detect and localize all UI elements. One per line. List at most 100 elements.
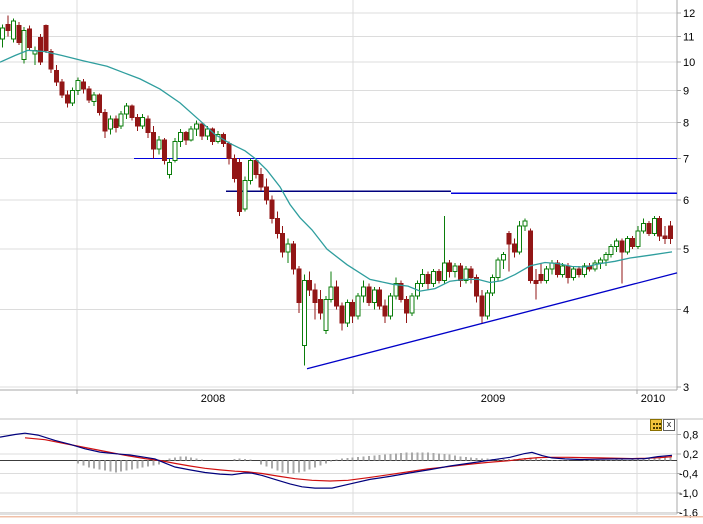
candle-body xyxy=(565,265,571,279)
macd-histogram-bar xyxy=(281,460,284,473)
macd-histogram-bar xyxy=(594,459,597,461)
candle-body xyxy=(258,173,264,188)
candle-body xyxy=(344,302,350,324)
candle-body xyxy=(452,265,458,273)
candle-body xyxy=(657,218,663,237)
macd-histogram-bar xyxy=(93,460,96,469)
macd-histogram-bar xyxy=(174,457,177,461)
candle-body xyxy=(431,271,436,285)
candle-body xyxy=(630,238,636,248)
candle-body xyxy=(247,159,253,181)
macd-histogram-bar xyxy=(416,452,419,461)
candle-body xyxy=(614,240,620,248)
macd-histogram-bar xyxy=(98,460,101,470)
properties-icon xyxy=(653,423,655,425)
macd-axis-label: 0,8 xyxy=(683,430,698,442)
macd-histogram-bar xyxy=(200,459,203,461)
macd-histogram-bar xyxy=(152,460,155,466)
price-axis-label: 3 xyxy=(683,382,689,394)
macd-histogram-bar xyxy=(604,459,607,461)
macd-histogram-bar xyxy=(82,460,85,466)
candle-body xyxy=(124,105,130,115)
macd-histogram-bar xyxy=(125,460,128,471)
macd-histogram-bar xyxy=(443,454,446,461)
candle-body xyxy=(635,230,641,248)
price-axis-label: 11 xyxy=(683,31,694,43)
candle-body xyxy=(129,105,135,118)
candle-body xyxy=(307,280,313,291)
price-axis-label: 7 xyxy=(683,153,689,165)
macd-histogram-bar xyxy=(179,456,182,461)
macd-histogram-bar xyxy=(351,457,354,461)
macd-histogram-bar xyxy=(195,458,198,461)
candle-body xyxy=(393,283,399,297)
indicator-properties-button[interactable] xyxy=(650,419,662,431)
price-chart-canvas[interactable]: 12 11 10 9 8 7 6 5 4 3 2008 2009 2010 0,8 0,2 -0,4 -1,0 -… xyxy=(0,0,703,524)
macd-histogram-bar xyxy=(384,454,387,461)
candle-body xyxy=(484,292,490,317)
macd-histogram-bar xyxy=(556,459,559,461)
price-axis-label: 8 xyxy=(683,117,689,129)
macd-histogram-bar xyxy=(653,458,656,461)
candle-body xyxy=(253,159,259,175)
macd-histogram-bar xyxy=(147,460,150,467)
macd-histogram-bar xyxy=(421,452,424,461)
candle-body xyxy=(226,142,232,159)
macd-histogram-bar xyxy=(459,456,462,461)
macd-histogram-bar xyxy=(87,460,90,468)
candle-body xyxy=(237,161,243,212)
candle-body xyxy=(501,254,507,261)
macd-histogram-bar xyxy=(303,460,306,472)
candle-body xyxy=(457,265,463,282)
macd-histogram-bar xyxy=(340,458,343,461)
price-axis-label: 10 xyxy=(683,57,695,69)
chart-window: 12 11 10 9 8 7 6 5 4 3 2008 2009 2010 0,8 0,2 -0,4 -1,0 -… xyxy=(0,0,703,524)
candle-body xyxy=(264,186,270,201)
candle-body xyxy=(549,262,555,270)
macd-histogram-bar xyxy=(427,452,430,461)
candle-body xyxy=(177,132,183,143)
x-axis-year-label: 2009 xyxy=(481,393,505,405)
candle-body xyxy=(274,218,280,234)
close-icon: x xyxy=(666,419,672,429)
macd-histogram-bar xyxy=(626,459,629,461)
macd-histogram-bar xyxy=(130,460,133,470)
macd-histogram-bar xyxy=(480,458,483,461)
moving-average-line xyxy=(0,49,673,292)
candle-body xyxy=(490,277,496,294)
candle-body xyxy=(21,29,27,61)
candle-body xyxy=(312,289,318,304)
macd-histogram-bar xyxy=(615,459,618,461)
macd-histogram-bar xyxy=(314,460,317,468)
macd-histogram-bar xyxy=(620,459,623,461)
macd-histogram-bar xyxy=(141,460,144,468)
candle-body xyxy=(662,235,668,240)
candle-body xyxy=(204,128,210,137)
candle-body xyxy=(334,286,340,307)
price-axis-label: 5 xyxy=(683,244,689,256)
candle-body xyxy=(242,179,248,210)
macd-histogram-bar xyxy=(244,458,247,461)
candle-body xyxy=(474,277,480,297)
candle-body xyxy=(199,123,205,137)
macd-histogram-bar xyxy=(437,453,440,461)
macd-histogram-bar xyxy=(610,459,613,461)
candle-body xyxy=(150,132,156,150)
candle-body xyxy=(145,118,151,134)
candle-body xyxy=(651,218,657,234)
macd-histogram-bar xyxy=(190,457,193,461)
price-axis-label: 12 xyxy=(683,8,695,20)
grid-layer xyxy=(0,0,703,515)
macd-histogram-bar xyxy=(448,454,451,461)
macd-histogram-bar xyxy=(658,457,661,461)
candle-body xyxy=(603,254,609,261)
candle-body xyxy=(576,268,582,276)
macd-histogram-bar xyxy=(346,457,349,461)
candle-body xyxy=(140,116,146,127)
macd-histogram-bar xyxy=(454,455,457,461)
macd-histogram-bar xyxy=(637,459,640,461)
indicator-close-button[interactable]: x xyxy=(663,419,675,431)
x-axis-year-label: 2010 xyxy=(641,393,665,405)
candle-body xyxy=(506,232,512,245)
macd-histogram-bar xyxy=(233,458,236,461)
